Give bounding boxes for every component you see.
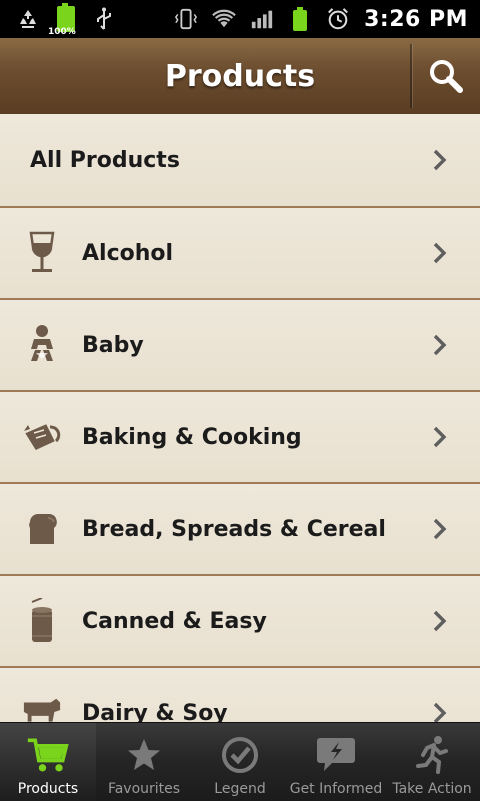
list-item-label: Baby bbox=[82, 332, 144, 358]
check-circle-icon bbox=[218, 733, 262, 777]
usb-icon bbox=[92, 7, 116, 31]
battery-full-icon: 100% bbox=[48, 3, 78, 37]
list-item-baking-cooking[interactable]: Baking & Cooking bbox=[0, 392, 480, 484]
can-icon bbox=[22, 598, 62, 643]
bottom-tab-bar: Products Favourites Legend Get Informed … bbox=[0, 722, 480, 801]
list-item-label: Canned & Easy bbox=[82, 608, 267, 634]
status-time: 3:26 PM bbox=[364, 6, 468, 32]
chevron-right-icon bbox=[433, 334, 447, 356]
tab-products[interactable]: Products bbox=[0, 723, 96, 801]
tab-favourites[interactable]: Favourites bbox=[96, 723, 192, 801]
list-item-baby[interactable]: Baby bbox=[0, 300, 480, 392]
tab-legend[interactable]: Legend bbox=[192, 723, 288, 801]
list-item-label: Baking & Cooking bbox=[82, 424, 302, 450]
list-item-bread-spreads-cereal[interactable]: Bread, Spreads & Cereal bbox=[0, 484, 480, 576]
page-title: Products bbox=[164, 58, 316, 94]
signal-icon bbox=[250, 7, 274, 31]
list-item-canned-easy[interactable]: Canned & Easy bbox=[0, 576, 480, 668]
tab-take-action[interactable]: Take Action bbox=[384, 723, 480, 801]
chevron-right-icon bbox=[433, 426, 447, 448]
alarm-clock-icon bbox=[326, 7, 350, 31]
app-header: Products bbox=[0, 38, 480, 114]
chevron-right-icon bbox=[433, 610, 447, 632]
baby-icon bbox=[22, 323, 62, 367]
cow-icon bbox=[22, 691, 62, 722]
status-bar: 100% 3:26 PM bbox=[0, 0, 480, 38]
status-bar-left: 100% bbox=[16, 3, 116, 37]
tab-label: Products bbox=[17, 781, 79, 797]
recycle-icon bbox=[16, 7, 40, 31]
tab-label: Legend bbox=[214, 781, 266, 797]
list-item-label: All Products bbox=[30, 147, 180, 173]
tab-label: Take Action bbox=[392, 781, 472, 797]
cart-icon bbox=[26, 733, 70, 777]
tab-get-informed[interactable]: Get Informed bbox=[288, 723, 384, 801]
status-bar-right: 3:26 PM bbox=[174, 7, 468, 32]
search-button[interactable] bbox=[412, 38, 480, 114]
speech-bubble-icon bbox=[314, 733, 358, 777]
list-item-label: Alcohol bbox=[82, 240, 174, 266]
list-item-dairy-soy[interactable]: Dairy & Soy bbox=[0, 668, 480, 722]
category-list: All Products Alcohol Baby Baking & Cooki… bbox=[0, 114, 480, 722]
wine-glass-icon bbox=[22, 231, 62, 275]
list-item-all-products[interactable]: All Products bbox=[0, 114, 480, 208]
list-item-label: Dairy & Soy bbox=[82, 700, 228, 723]
star-icon bbox=[122, 733, 166, 777]
chevron-right-icon bbox=[433, 242, 447, 264]
bread-icon bbox=[22, 507, 62, 551]
tab-label: Get Informed bbox=[289, 781, 383, 797]
measuring-jug-icon bbox=[22, 415, 62, 459]
running-man-icon bbox=[410, 733, 454, 777]
tab-label: Favourites bbox=[107, 781, 181, 797]
list-item-alcohol[interactable]: Alcohol bbox=[0, 208, 480, 300]
vibrate-icon bbox=[174, 7, 198, 31]
chevron-right-icon bbox=[433, 149, 447, 171]
battery-percentage: 100% bbox=[48, 27, 76, 37]
battery-charging-icon bbox=[288, 7, 312, 31]
chevron-right-icon bbox=[433, 702, 447, 722]
chevron-right-icon bbox=[433, 518, 447, 540]
list-item-label: Bread, Spreads & Cereal bbox=[82, 516, 386, 542]
search-icon bbox=[430, 60, 463, 93]
wifi-icon bbox=[212, 7, 236, 31]
